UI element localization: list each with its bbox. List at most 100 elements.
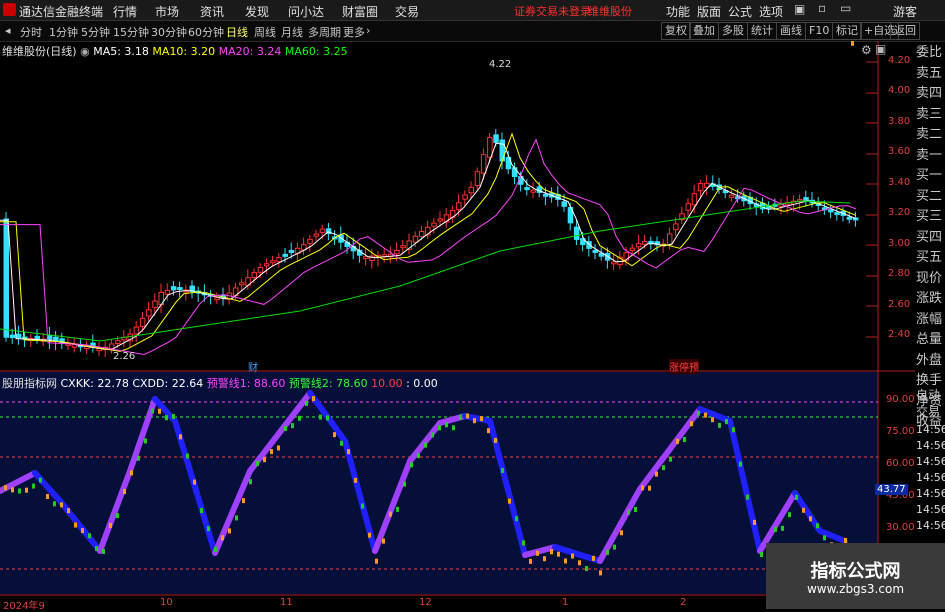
candle-body <box>480 154 487 174</box>
candle-body <box>288 249 295 253</box>
signal-step <box>67 508 70 514</box>
menu-shichang[interactable]: 市场 <box>155 3 179 20</box>
candle-body <box>462 194 468 200</box>
sidebar-sell3[interactable]: 卖三 <box>916 103 945 124</box>
period-30min[interactable]: 30分钟 <box>151 24 187 40</box>
period-more[interactable]: 更多 <box>343 24 365 40</box>
sidebar-weibi[interactable]: 委比 <box>916 41 945 62</box>
back-icon[interactable]: ◂ <box>5 24 11 37</box>
btn-biaoji[interactable]: 标记 <box>832 22 862 40</box>
period-month[interactable]: 月线 <box>281 24 303 40</box>
sidebar-volume[interactable]: 总量 <box>916 328 945 349</box>
period-5min[interactable]: 5分钟 <box>81 24 110 40</box>
more-chevron-icon[interactable]: › <box>366 24 370 37</box>
signal-step <box>228 528 231 534</box>
price-label: 3.40 <box>888 177 911 188</box>
sidebar-buy3[interactable]: 买三 <box>916 205 945 226</box>
signal-step <box>200 508 203 514</box>
signal-step <box>130 470 133 476</box>
signal-step <box>704 412 707 418</box>
sidebar-sell5[interactable]: 卖五 <box>916 62 945 83</box>
menu-gongshi[interactable]: 公式 <box>728 3 752 20</box>
sidebar-pct[interactable]: 涨幅 <box>916 308 945 329</box>
candle-body <box>251 272 257 279</box>
xaxis-label: 10 <box>160 597 173 608</box>
period-fenshi[interactable]: 分时 <box>20 24 42 40</box>
menu-jiaoyi[interactable]: 交易 <box>395 3 419 20</box>
zt-marker[interactable]: 涨停预 <box>669 359 699 374</box>
indicator-name[interactable]: 股朋指标网 <box>2 377 57 390</box>
stock-link[interactable]: 维维股份 <box>588 3 632 19</box>
btn-fanhui[interactable]: 返回 <box>890 22 920 40</box>
signal-step <box>788 512 791 518</box>
signal-step <box>102 548 105 554</box>
signal-step <box>802 507 805 513</box>
signal-step <box>116 513 119 519</box>
menu-caifuquan[interactable]: 财富圈 <box>342 3 378 20</box>
sidebar-buy5[interactable]: 买五 <box>916 246 945 267</box>
signal-step <box>578 560 581 566</box>
sidebar-buy1[interactable]: 买一 <box>916 164 945 185</box>
menu-hangqing[interactable]: 行情 <box>113 3 137 20</box>
ma10-line <box>0 132 857 352</box>
candle-body <box>629 247 636 252</box>
signal-step <box>473 418 476 424</box>
skin-icon[interactable]: ▣ <box>794 2 805 16</box>
low-label: 2.26 <box>113 351 136 362</box>
sidebar-outer[interactable]: 外盘 <box>916 349 945 370</box>
signal-step <box>634 506 637 512</box>
menu-xuanxiang[interactable]: 选项 <box>759 3 783 20</box>
sidebar-buy2[interactable]: 买二 <box>916 185 945 206</box>
period-1min[interactable]: 1分钟 <box>49 24 78 40</box>
menu-wenxiaoda[interactable]: 问小达 <box>288 3 324 20</box>
signal-step <box>389 511 392 517</box>
minimize-icon[interactable]: ▫ <box>818 1 826 15</box>
signal-step <box>368 532 371 538</box>
sidebar-buy4[interactable]: 买四 <box>916 226 945 247</box>
btn-fuquan[interactable]: 复权 <box>661 22 691 40</box>
settings-gear-icon[interactable]: ◉ <box>80 45 90 58</box>
trade-label[interactable]: 交易 <box>916 403 945 420</box>
period-15min[interactable]: 15分钟 <box>113 24 149 40</box>
signal-step <box>333 432 336 438</box>
candle-body <box>437 218 443 222</box>
sidebar-sell1[interactable]: 卖一 <box>916 144 945 165</box>
signal-step <box>718 422 721 428</box>
sidebar-change[interactable]: 涨跌 <box>916 287 945 308</box>
menu-zixun[interactable]: 资讯 <box>200 3 224 20</box>
btn-huaxian[interactable]: 画线 <box>776 22 806 40</box>
btn-diejia[interactable]: 叠加 <box>689 22 719 40</box>
signal-step <box>25 487 28 493</box>
signal-step <box>557 551 560 557</box>
app-logo-icon <box>3 3 16 16</box>
period-multi[interactable]: 多周期 <box>308 24 341 40</box>
period-60min[interactable]: 60分钟 <box>188 24 224 40</box>
xaxis-label: 11 <box>280 597 293 608</box>
login-status[interactable]: 证券交易未登录 <box>514 3 591 19</box>
zoom-icon[interactable]: ▣ <box>875 42 886 56</box>
candle-body <box>511 167 518 177</box>
cai-marker[interactable]: 财 <box>248 359 258 374</box>
sidebar-price[interactable]: 现价 <box>916 267 945 288</box>
auto-label[interactable]: 自动 <box>916 386 945 403</box>
btn-tongji[interactable]: 统计 <box>747 22 777 40</box>
candle-body <box>282 253 288 257</box>
signal-step <box>683 437 686 443</box>
btn-duogu[interactable]: 多股 <box>718 22 748 40</box>
settings-icon[interactable]: ⚙ <box>861 43 872 57</box>
period-week[interactable]: 周线 <box>254 24 276 40</box>
btn-f10[interactable]: F10 <box>805 22 834 40</box>
maximize-icon[interactable]: ▭ <box>840 1 851 15</box>
candle-body <box>115 340 121 344</box>
menu-banmian[interactable]: 版面 <box>697 3 721 20</box>
menu-faxian[interactable]: 发现 <box>245 3 269 20</box>
sidebar-sell4[interactable]: 卖四 <box>916 82 945 103</box>
candle-body <box>611 261 617 265</box>
menu-gongneng[interactable]: 功能 <box>666 3 690 20</box>
signal-step <box>599 570 602 576</box>
period-day[interactable]: 日线 <box>226 24 248 40</box>
guest-label[interactable]: 游客 <box>893 3 917 20</box>
signal-step <box>74 522 77 528</box>
signal-step <box>193 479 196 485</box>
sidebar-sell2[interactable]: 卖二 <box>916 123 945 144</box>
